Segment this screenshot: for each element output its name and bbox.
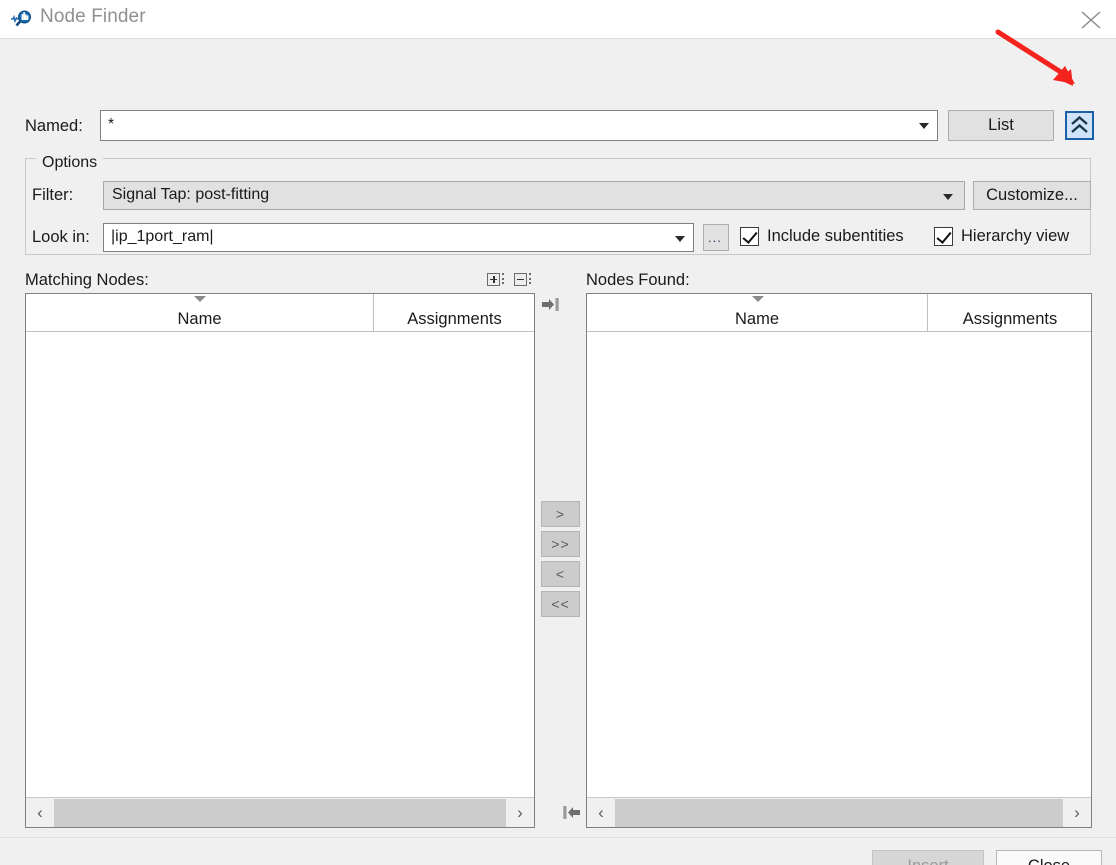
- collapse-all-icon[interactable]: [514, 272, 531, 287]
- scroll-thumb[interactable]: [54, 798, 506, 827]
- checkbox-check-icon: [934, 227, 953, 246]
- nodes-found-list[interactable]: Name Assignments ‹ ›: [586, 293, 1092, 828]
- dialog-body: Named: * List Options Filter: Signal Tap…: [0, 39, 1116, 865]
- title-bar: Node Finder: [0, 0, 1116, 39]
- close-icon[interactable]: [1074, 4, 1108, 36]
- named-label: Named:: [25, 117, 83, 135]
- nodes-found-header: Name Assignments: [587, 294, 1091, 332]
- include-subentities-checkbox[interactable]: Include subentities: [740, 227, 904, 246]
- matching-hscrollbar[interactable]: ‹ ›: [26, 797, 534, 827]
- found-hscrollbar[interactable]: ‹ ›: [587, 797, 1091, 827]
- matching-nodes-header: Name Assignments: [26, 294, 534, 332]
- matching-column-name[interactable]: Name: [26, 294, 374, 332]
- chevron-down-icon[interactable]: [919, 123, 929, 129]
- customize-button[interactable]: Customize...: [973, 181, 1091, 210]
- browse-button[interactable]: ...: [703, 224, 729, 251]
- move-selected-right-button[interactable]: >: [541, 501, 580, 527]
- look-in-input[interactable]: |ip_1port_ram|: [103, 223, 694, 252]
- move-all-left-button[interactable]: <<: [541, 591, 580, 617]
- scroll-thumb[interactable]: [615, 798, 1063, 827]
- options-legend: Options: [36, 154, 104, 172]
- sort-ascending-icon: [194, 296, 206, 302]
- chevron-down-icon[interactable]: [675, 236, 685, 242]
- found-column-name[interactable]: Name: [587, 294, 928, 332]
- nodes-found-label: Nodes Found:: [586, 271, 690, 289]
- collapse-options-button[interactable]: [1065, 111, 1094, 140]
- move-selected-left-button[interactable]: <: [541, 561, 580, 587]
- footer-divider: [0, 837, 1116, 838]
- hierarchy-view-label: Hierarchy view: [961, 227, 1070, 245]
- close-button[interactable]: Close: [996, 850, 1102, 865]
- arrow-to-bar-left-icon[interactable]: [561, 804, 581, 822]
- scroll-right-icon[interactable]: ›: [1063, 799, 1091, 827]
- filter-value: Signal Tap: post-fitting: [112, 186, 270, 203]
- filter-label: Filter:: [32, 186, 74, 204]
- matching-nodes-label: Matching Nodes:: [25, 271, 149, 289]
- scroll-left-icon[interactable]: ‹: [26, 799, 54, 827]
- scroll-left-icon[interactable]: ‹: [587, 799, 615, 827]
- node-finder-magnifier-icon: [10, 8, 34, 30]
- include-subentities-label: Include subentities: [767, 227, 904, 245]
- arrow-to-bar-right-icon[interactable]: [541, 296, 561, 314]
- list-button[interactable]: List: [948, 110, 1054, 141]
- move-all-right-button[interactable]: >>: [541, 531, 580, 557]
- scroll-right-icon[interactable]: ›: [506, 799, 534, 827]
- ellipsis-icon: ...: [708, 230, 722, 245]
- named-input[interactable]: *: [100, 110, 938, 141]
- node-finder-dialog: Node Finder Named: * List Options Filter…: [0, 0, 1116, 865]
- look-in-value: |ip_1port_ram|: [111, 228, 214, 245]
- sort-ascending-icon: [752, 296, 764, 302]
- window-title: Node Finder: [40, 6, 146, 27]
- expand-all-icon[interactable]: [487, 272, 504, 287]
- matching-column-assignments[interactable]: Assignments: [375, 294, 534, 332]
- chevron-down-icon[interactable]: [943, 194, 953, 200]
- hierarchy-view-checkbox[interactable]: Hierarchy view: [934, 227, 1069, 246]
- found-column-assignments[interactable]: Assignments: [929, 294, 1091, 332]
- filter-select[interactable]: Signal Tap: post-fitting: [103, 181, 965, 210]
- named-value: *: [108, 116, 115, 133]
- matching-nodes-list[interactable]: Name Assignments ‹ ›: [25, 293, 535, 828]
- checkbox-check-icon: [740, 227, 759, 246]
- look-in-label: Look in:: [32, 228, 90, 246]
- insert-button[interactable]: Insert: [872, 850, 984, 865]
